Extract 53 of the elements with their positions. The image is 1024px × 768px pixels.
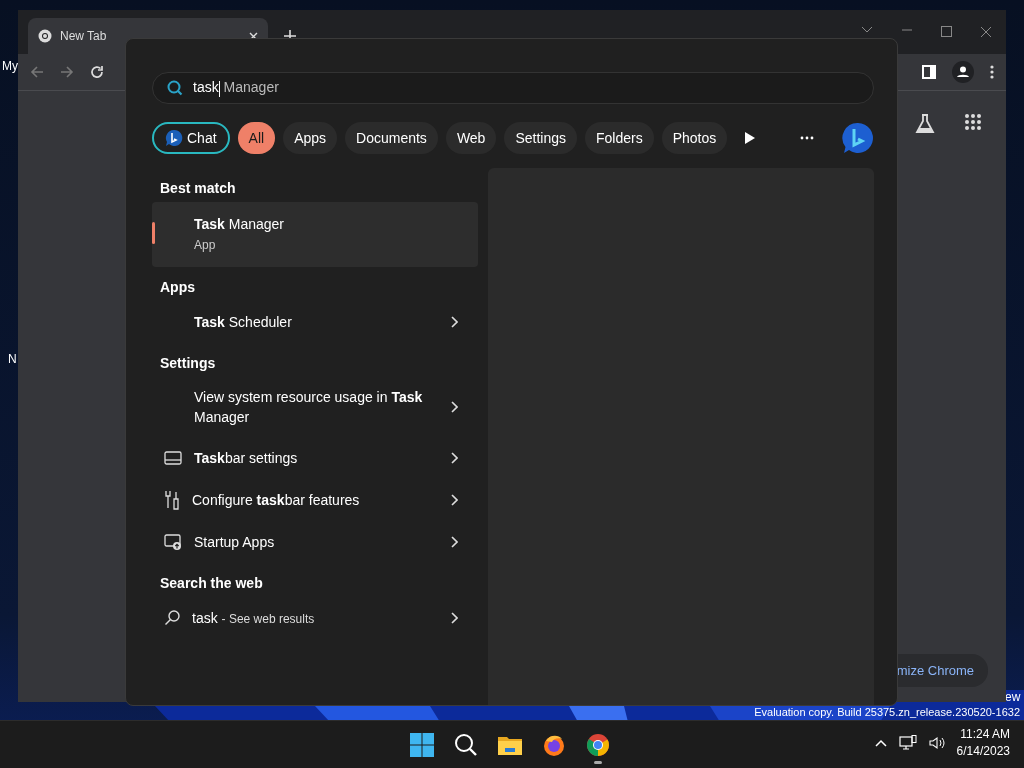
apps-grid-icon[interactable] [964,113,982,131]
chevron-down-icon[interactable] [861,26,873,34]
filter-tab[interactable]: Settings [504,122,577,154]
reload-icon[interactable] [90,65,104,79]
clock[interactable]: 11:24 AM 6/14/2023 [956,727,1010,758]
filter-tab[interactable]: Web [445,122,497,154]
network-icon[interactable] [898,734,917,751]
filter-tab[interactable]: Documents [345,122,438,154]
search-icon [164,610,180,626]
section-heading: Apps [159,278,196,297]
search-icon [167,80,183,96]
bing-icon[interactable] [842,122,874,154]
search-result[interactable]: View system resource usage in Task Manager [152,377,478,437]
more-icon[interactable] [800,136,814,140]
chat-button[interactable]: Chat [152,122,230,154]
forward-icon[interactable] [60,65,74,79]
desktop-icon-label: My [2,59,18,73]
chrome-icon [38,29,52,43]
back-icon[interactable] [30,65,44,79]
play-icon[interactable] [744,131,756,145]
filter-tab[interactable]: All [237,122,276,154]
section-heading: Best match [159,179,237,198]
flask-icon[interactable] [914,113,936,135]
volume-icon[interactable] [928,735,945,750]
chrome-icon [586,733,610,757]
startup-icon [164,534,182,550]
chat-icon [165,129,183,147]
search-result[interactable]: Task Scheduler [152,301,478,343]
maximize-icon[interactable] [941,26,952,37]
chevron-up-icon[interactable] [874,738,887,747]
desktop-icon-label: N [8,352,17,366]
desktop-text: ew [1005,690,1021,704]
search-result[interactable]: Startup Apps [152,521,478,563]
menu-icon[interactable] [990,65,994,79]
taskbar-icon [164,451,182,465]
side-panel-icon[interactable] [922,65,936,79]
tools-icon [164,490,180,510]
folder-icon [498,735,522,755]
search-field[interactable]: task Manager [152,72,874,104]
filter-tab[interactable]: Apps [283,122,338,154]
firefox-icon [542,733,566,757]
profile-icon[interactable] [952,61,974,83]
filter-tab[interactable]: Photos [661,122,728,154]
windows-logo-icon [410,733,434,757]
search-result[interactable]: task - See web results [152,597,478,639]
filter-tab[interactable]: Folders [585,122,654,154]
search-result[interactable]: Task Manager App [152,202,478,267]
search-result[interactable]: Configure taskbar features [152,479,478,521]
search-icon [454,733,478,757]
section-heading: Settings [159,354,217,373]
build-watermark-text: Evaluation copy. Build 25375.zn_release.230520-1632 [754,706,1020,719]
search-result[interactable]: Taskbar settings [152,437,478,479]
section-heading: Search the web [159,574,264,593]
